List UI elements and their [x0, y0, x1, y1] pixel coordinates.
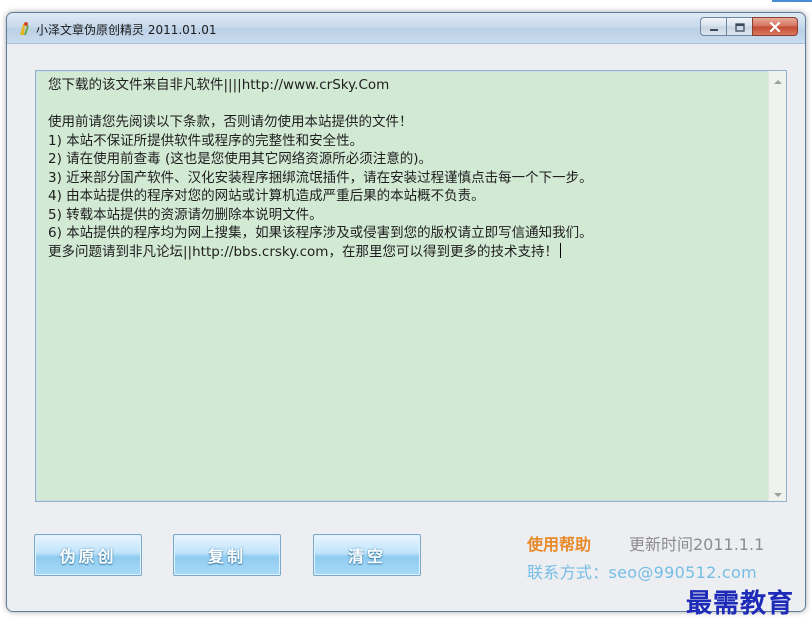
- close-icon: [769, 17, 781, 36]
- contact-link[interactable]: 联系方式：seo@990512.com: [527, 559, 757, 583]
- maximize-icon: [734, 17, 745, 36]
- title-bar[interactable]: 小泽文章伪原创精灵 2011.01.01: [7, 13, 805, 44]
- update-time-label: 更新时间2011.1.1: [629, 535, 765, 554]
- chevron-down-icon: [773, 483, 782, 502]
- article-text-body: 您下载的该文件来自非凡软件||||http://www.crSky.Com 使用…: [48, 77, 593, 260]
- window-title: 小泽文章伪原创精灵 2011.01.01: [36, 23, 217, 37]
- help-link[interactable]: 使用帮助: [527, 531, 591, 555]
- client-area: 您下载的该文件来自非凡软件||||http://www.crSky.Com 使用…: [7, 44, 805, 611]
- top-corner-accent: [772, 0, 812, 2]
- text-caret: [559, 242, 561, 258]
- copy-button[interactable]: 复制: [173, 534, 281, 576]
- pseudo-original-button[interactable]: 伪原创: [34, 534, 142, 576]
- scroll-up-button[interactable]: [769, 71, 786, 88]
- maximize-button[interactable]: [726, 17, 752, 36]
- window-controls: [700, 17, 798, 37]
- article-text[interactable]: 您下载的该文件来自非凡软件||||http://www.crSky.Com 使用…: [48, 76, 762, 497]
- close-button[interactable]: [752, 17, 798, 36]
- clear-button[interactable]: 清空: [313, 534, 421, 576]
- chevron-up-icon: [773, 70, 782, 89]
- minimize-icon: [709, 17, 719, 36]
- vertical-scrollbar[interactable]: [768, 71, 786, 501]
- app-logo-icon: [16, 21, 32, 37]
- scroll-down-button[interactable]: [769, 484, 786, 501]
- minimize-button[interactable]: [700, 17, 726, 36]
- watermark-logo: 最需教育: [686, 589, 795, 619]
- article-textarea[interactable]: 您下载的该文件来自非凡软件||||http://www.crSky.Com 使用…: [35, 70, 787, 502]
- app-window: 小泽文章伪原创精灵 2011.01.01 您下载的该文件来自非凡软件||||ht…: [6, 12, 806, 612]
